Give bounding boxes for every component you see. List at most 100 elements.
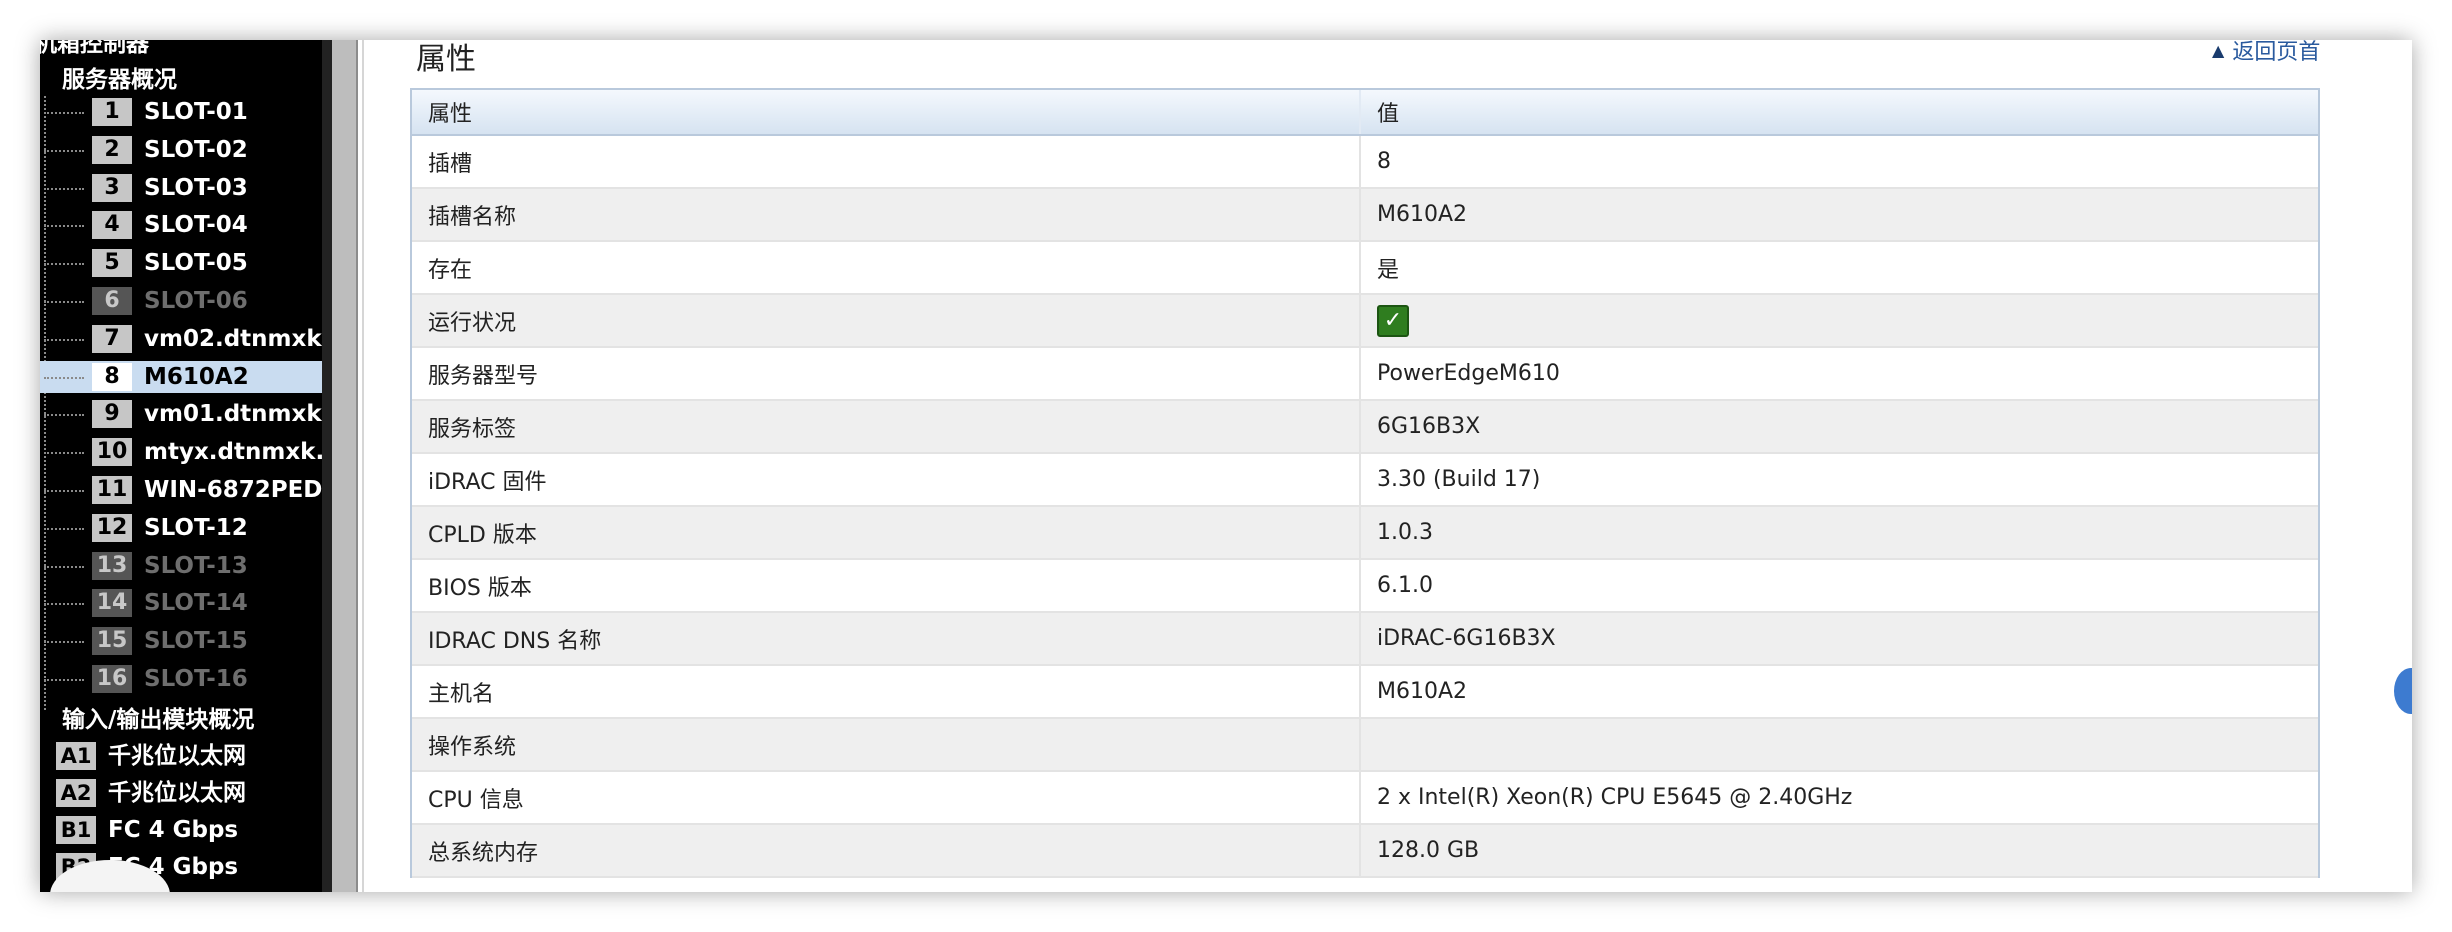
triangle-up-icon: ▲ [2212,41,2225,60]
property-value: M610A2 [1359,665,2318,719]
column-header-attribute: 属性 [412,90,1360,136]
table-row: CPU 信息 2 x Intel(R) Xeon(R) CPU E5645 @ 2… [412,771,2318,825]
property-value: 6.1.0 [1359,559,2318,613]
tree-connector [44,528,84,530]
property-name: CPLD 版本 [412,506,1360,560]
tree-connector [44,339,84,341]
io-module-label: 千兆位以太网 [108,780,246,806]
slot-label: SLOT-05 [144,250,248,276]
splitter-shadow [322,40,332,892]
slot-number-badge: 1 [92,98,132,126]
property-name: iDRAC 固件 [412,453,1360,507]
property-value: 1.0.3 [1359,506,2318,560]
sidebar-tree: 机箱控制器 服务器概况 1 SLOT-01 2 SLOT-02 3 SLOT-03 4 SLO… [40,40,322,892]
tree-connector [44,603,84,605]
slot-label: vm01.dtnmxk.co [144,401,322,427]
tree-connector [44,112,84,114]
tree-connector [44,150,84,152]
slot-number-badge: 8 [92,363,132,391]
slot-label: SLOT-02 [144,137,248,163]
back-to-top-link[interactable]: ▲ 返回页首 [2212,40,2320,66]
table-row: 主机名 M610A2 [412,665,2318,719]
property-value: iDRAC-6G16B3X [1359,612,2318,666]
table-row: 运行状况 ✓ [412,294,2318,348]
table-row: 总系统内存 128.0 GB [412,824,2318,878]
table-row: IDRAC DNS 名称 iDRAC-6G16B3X [412,612,2318,666]
property-value [1359,718,2318,772]
slot-number-badge: 9 [92,400,132,428]
property-value: 是 [1359,241,2318,295]
property-name: 服务标签 [412,400,1360,454]
table-row: 操作系统 [412,718,2318,772]
property-value: 8 [1359,135,2318,189]
property-name: 插槽名称 [412,188,1360,242]
property-value: 2 x Intel(R) Xeon(R) CPU E5645 @ 2.40GHz [1359,771,2318,825]
pane-splitter[interactable] [332,40,358,892]
tree-item-label: 机箱控制器 [40,40,149,57]
main-content: 属性 ▲ 返回页首 属性 值 插槽 8 插槽名称 M610A2 存在是运行状况 ✓ 服务器型号… [366,40,2412,892]
property-name: 运行状况 [412,294,1360,348]
table-header-row: 属性 值 [412,90,2318,136]
property-value: PowerEdgeM610 [1359,347,2318,401]
property-name: 插槽 [412,135,1360,189]
tree-connector [44,414,84,416]
sidebar-slot-8[interactable]: 8 M610A2 [40,361,322,393]
table-row: 插槽 8 [412,135,2318,189]
slot-label: SLOT-13 [144,553,248,579]
table-row: 插槽名称 M610A2 [412,188,2318,242]
property-name: 总系统内存 [412,824,1360,878]
io-module-badge: B1 [56,816,96,844]
property-name: 操作系统 [412,718,1360,772]
property-name: 服务器型号 [412,347,1360,401]
tree-item-label: 输入/输出模块概况 [62,707,255,733]
slot-number-badge: 6 [92,287,132,315]
slot-number-badge: 3 [92,174,132,202]
slot-number-badge: 11 [92,476,132,504]
slot-number-badge: 15 [92,627,132,655]
tree-connector [44,679,84,681]
slot-label: WIN-6872PED9 [144,477,322,503]
slot-label: SLOT-03 [144,175,248,201]
slot-number-badge: 7 [92,325,132,353]
slot-label: vm02.dtnmxk.co [144,326,322,352]
status-ok-check-icon: ✓ [1377,304,1409,337]
table-row: 服务器型号 PowerEdgeM610 [412,347,2318,401]
browser-viewport: 机箱控制器 服务器概况 1 SLOT-01 2 SLOT-02 3 SLOT-03 4 SLO… [40,40,2412,892]
tree-connector [44,263,84,265]
tree-connector [44,566,84,568]
table-row: 服务标签 6G16B3X [412,400,2318,454]
tree-connector [44,301,84,303]
slot-number-badge: 2 [92,136,132,164]
io-module-label: 千兆位以太网 [108,743,246,769]
property-value: M610A2 [1359,188,2318,242]
slot-label: mtyx.dtnmxk.co [144,439,322,465]
property-value: 3.30 (Build 17) [1359,453,2318,507]
property-name: BIOS 版本 [412,559,1360,613]
slot-number-badge: 12 [92,514,132,542]
slot-label: SLOT-04 [144,212,248,238]
property-value: 6G16B3X [1359,400,2318,454]
tree-connector [44,377,84,379]
column-header-value: 值 [1359,90,2318,136]
slot-label: SLOT-14 [144,590,248,616]
floating-help-button[interactable] [2394,668,2412,714]
slot-number-badge: 16 [92,665,132,693]
slot-number-badge: 4 [92,211,132,239]
slot-label: M610A2 [144,364,249,390]
properties-table: 属性 值 插槽 8 插槽名称 M610A2 存在是运行状况 ✓ 服务器型号 PowerEdge… [410,88,2320,878]
slot-number-badge: 5 [92,249,132,277]
property-name: IDRAC DNS 名称 [412,612,1360,666]
table-row: 存在是 [412,241,2318,295]
tree-connector [44,641,84,643]
property-name: 存在 [412,241,1360,295]
tree-connector [44,188,84,190]
slot-label: SLOT-12 [144,515,248,541]
io-module-badge: A1 [56,742,96,770]
io-module-label: FC 4 Gbps [108,817,239,843]
splitter-edge [362,40,364,892]
tree-connector [44,452,84,454]
table-row: BIOS 版本 6.1.0 [412,559,2318,613]
property-name: 主机名 [412,665,1360,719]
tree-item-label: 服务器概况 [62,67,177,93]
table-row: iDRAC 固件 3.30 (Build 17) [412,453,2318,507]
